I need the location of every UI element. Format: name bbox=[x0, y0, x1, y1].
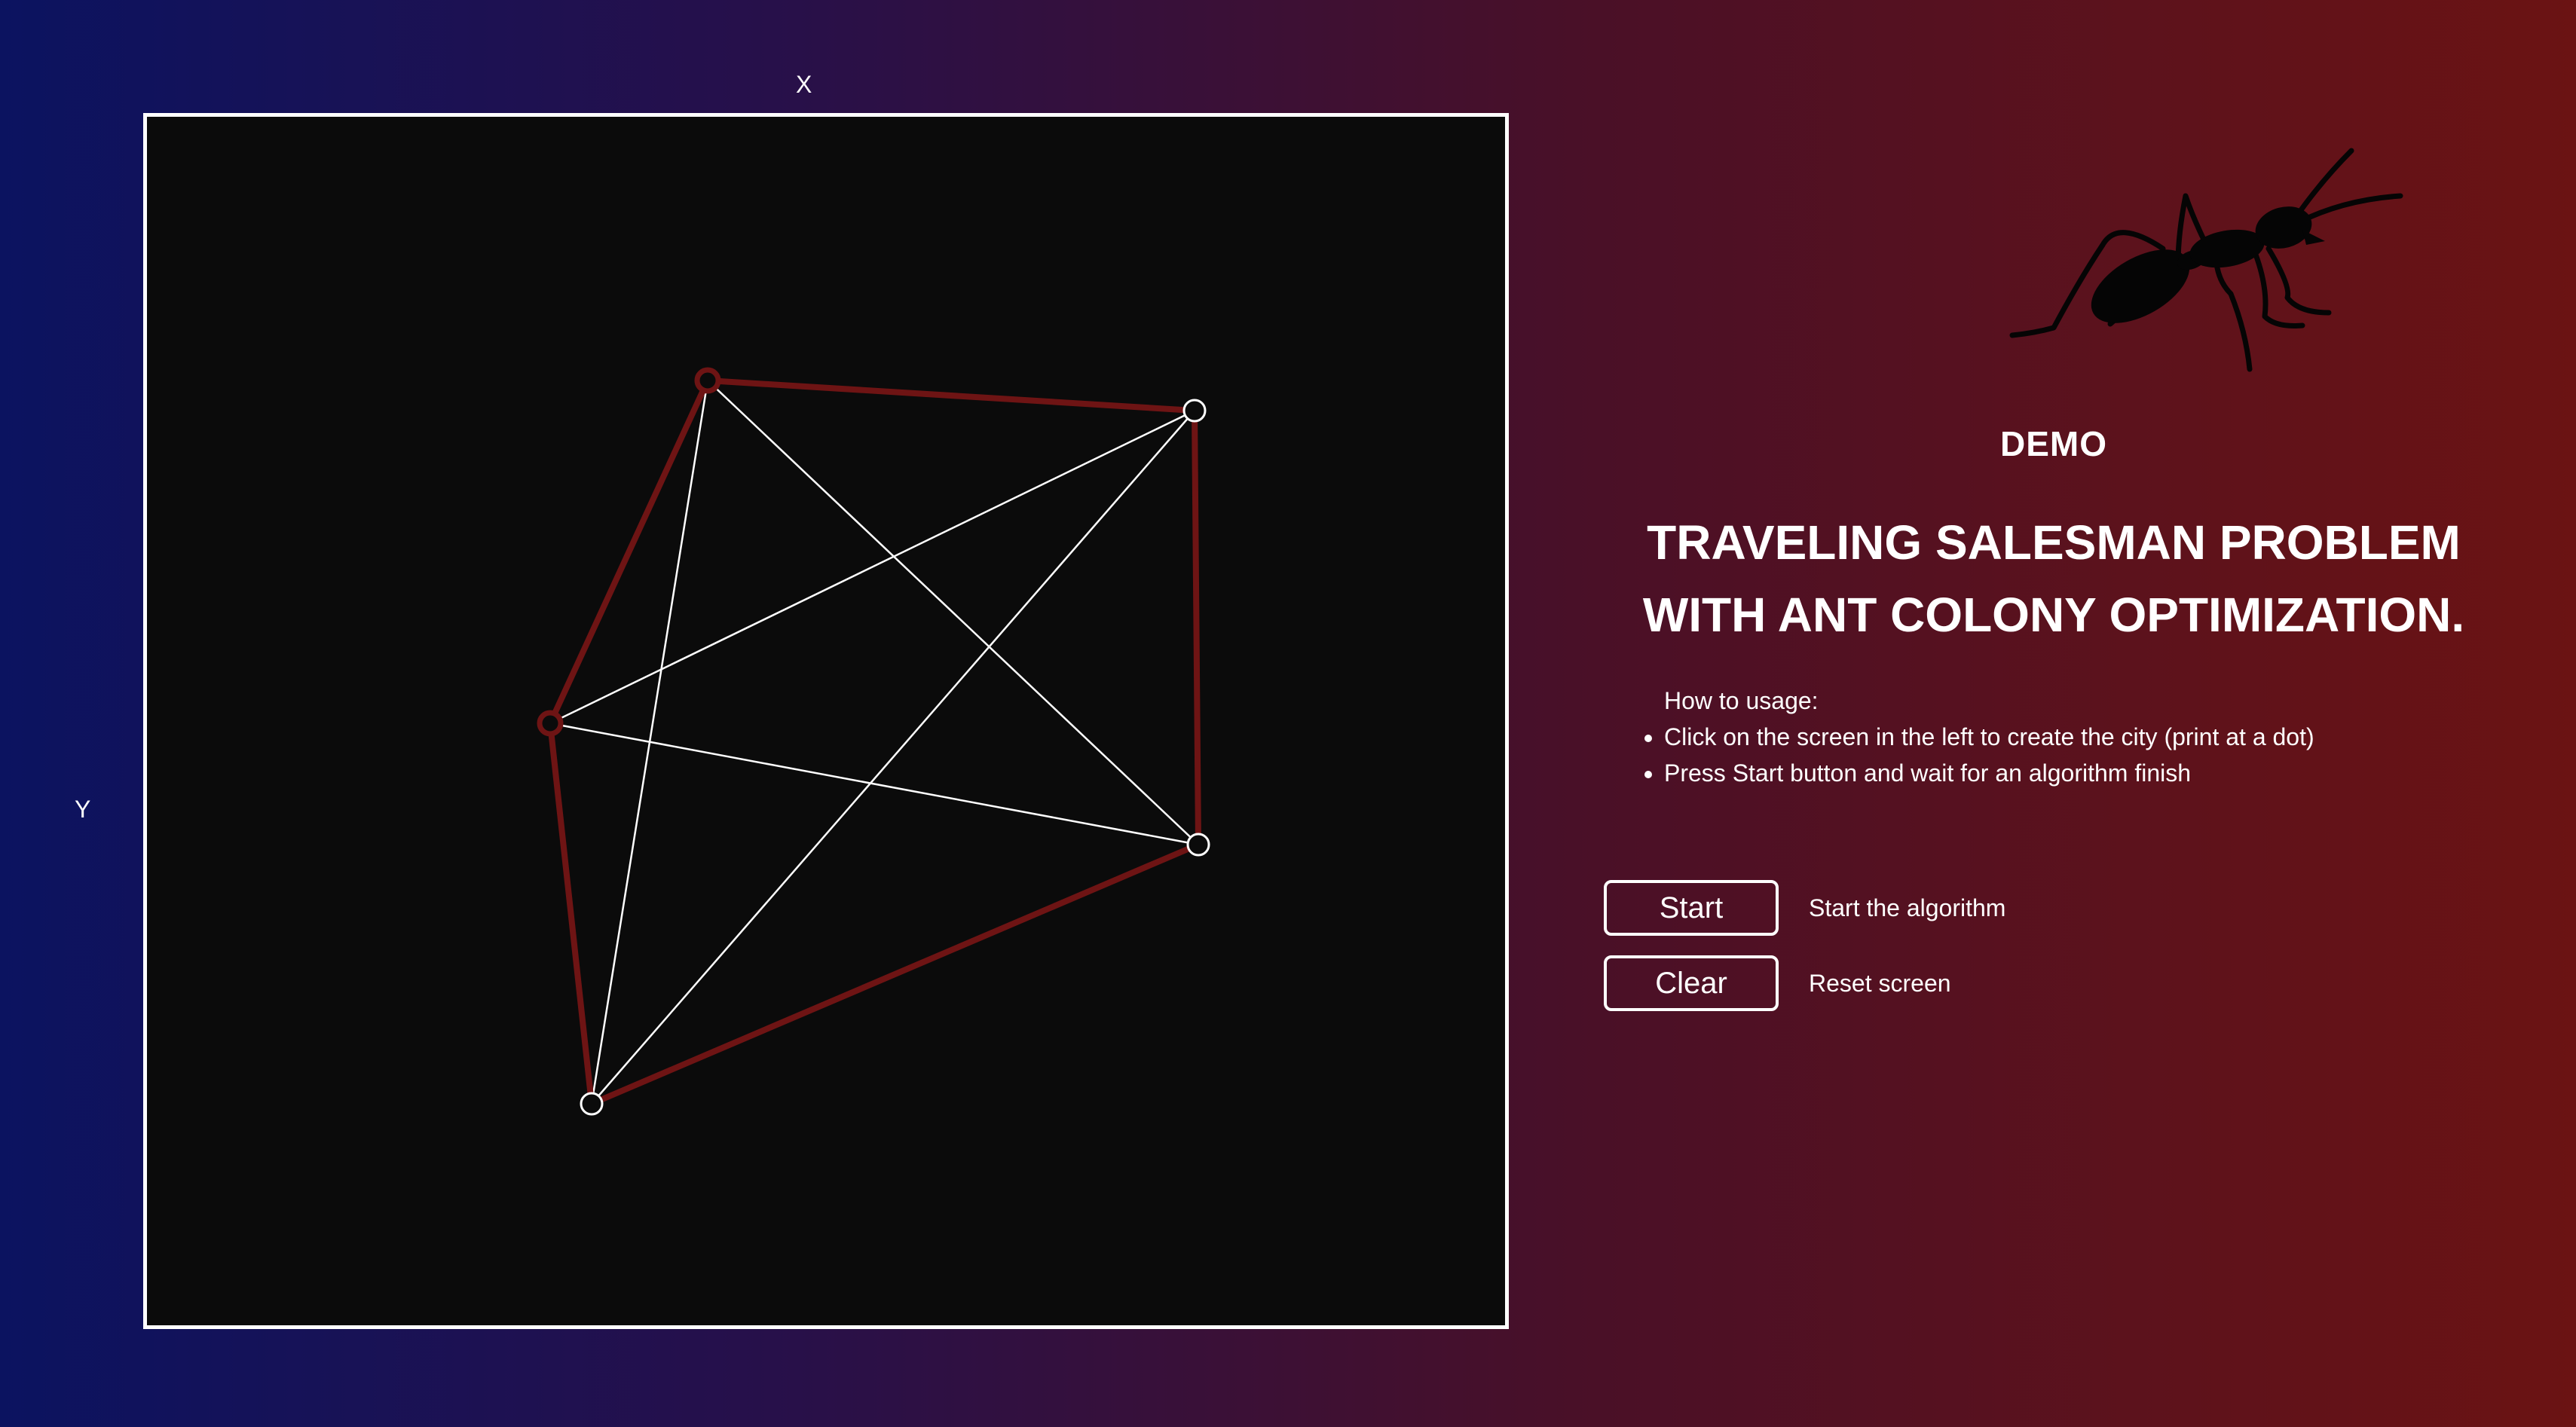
edge bbox=[549, 722, 1199, 846]
city-dot[interactable] bbox=[1186, 833, 1210, 857]
clear-description: Reset screen bbox=[1809, 969, 1951, 997]
edge bbox=[707, 380, 1199, 845]
usage-item: Click on the screen in the left to creat… bbox=[1664, 719, 2314, 755]
title-line-2: WITH ANT COLONY OPTIMIZATION. bbox=[1642, 588, 2465, 642]
usage-list: Click on the screen in the left to creat… bbox=[1643, 719, 2314, 791]
edge bbox=[549, 409, 1195, 725]
clear-button[interactable]: Clear bbox=[1604, 955, 1779, 1011]
page-title: TRAVELING SALESMAN PROBLEM WITH ANT COLO… bbox=[1605, 506, 2502, 651]
city-dot[interactable] bbox=[1182, 399, 1207, 423]
usage-title: How to usage: bbox=[1664, 687, 1819, 714]
start-row: Start Start the algorithm bbox=[1604, 880, 2005, 936]
city-graph bbox=[537, 367, 1210, 1116]
city-dot[interactable] bbox=[580, 1092, 604, 1116]
start-button[interactable]: Start bbox=[1604, 880, 1779, 936]
demo-label: DEMO bbox=[2000, 424, 2107, 463]
usage-item: Press Start button and wait for an algor… bbox=[1664, 755, 2314, 791]
ant-icon bbox=[2009, 148, 2403, 372]
title-line-1: TRAVELING SALESMAN PROBLEM bbox=[1647, 515, 2461, 570]
x-axis-label: X bbox=[796, 71, 812, 98]
edge bbox=[591, 410, 1195, 1105]
city-canvas[interactable] bbox=[143, 113, 1509, 1329]
cities bbox=[537, 367, 1210, 1116]
usage-instructions: How to usage: Click on the screen in the… bbox=[1643, 683, 2314, 791]
clear-row: Clear Reset screen bbox=[1604, 955, 1951, 1011]
y-axis-label: Y bbox=[75, 796, 91, 823]
start-description: Start the algorithm bbox=[1809, 894, 2006, 921]
edges bbox=[549, 380, 1199, 1105]
